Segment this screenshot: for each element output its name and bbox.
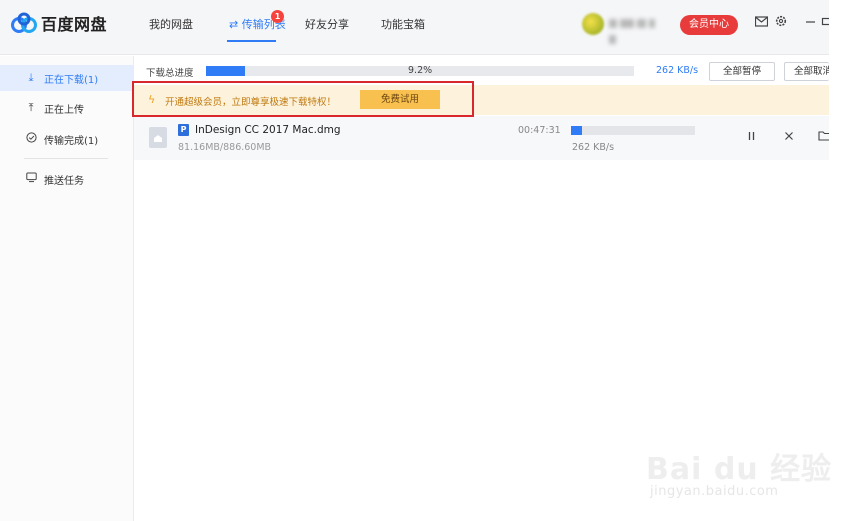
- download-icon: ⤓: [28, 71, 34, 84]
- sidebar-item-label: 推送任务: [44, 175, 84, 187]
- mail-icon[interactable]: [753, 15, 769, 31]
- sidebar-item-uploading[interactable]: ⤒ 正在上传: [0, 95, 133, 121]
- sidebar-item-label: 正在上传: [44, 104, 84, 116]
- check-circle-icon: [24, 132, 38, 146]
- overall-speed: 262 KB/s: [656, 65, 699, 76]
- window-edge: [829, 0, 845, 521]
- file-name: InDesign CC 2017 Mac.dmg: [195, 124, 341, 136]
- close-icon[interactable]: [782, 130, 796, 144]
- minimize-icon[interactable]: [802, 15, 818, 31]
- sidebar: ⤓ 正在下载(1) ⤒ 正在上传 传输完成(1) 推送任务: [0, 56, 134, 521]
- pause-icon[interactable]: [744, 130, 758, 144]
- monitor-icon: [24, 172, 38, 186]
- tab-feature-box[interactable]: 功能宝箱: [381, 16, 425, 32]
- upload-icon: ⤒: [28, 101, 34, 114]
- tab-friend-share[interactable]: 好友分享: [305, 16, 349, 32]
- vip-promo-banner: ϟ 开通超级会员，立即尊享极速下载特权！ 免费试用: [134, 85, 829, 115]
- cancel-all-button[interactable]: 全部取消: [784, 62, 829, 81]
- title-bar: 百度网盘 我的网盘 ⇄ 传输列表 1 好友分享 功能宝箱 会员中心: [0, 0, 829, 55]
- sidebar-item-label: 传输完成(1): [44, 135, 99, 147]
- overall-progress-fill: [206, 66, 246, 76]
- time-remaining: 00:47:31: [518, 125, 561, 136]
- file-size: 81.16MB/886.60MB: [178, 142, 272, 153]
- lightning-icon: ϟ: [148, 93, 156, 106]
- file-type-badge: P: [178, 124, 189, 136]
- tab-my-disk[interactable]: 我的网盘: [149, 16, 193, 32]
- file-progress-bar: [571, 126, 695, 135]
- free-trial-button[interactable]: 免费试用: [360, 90, 440, 109]
- overall-progress-percent: 9.2%: [408, 65, 433, 76]
- app-name: 百度网盘: [41, 15, 108, 34]
- file-progress-fill: [571, 126, 583, 135]
- sidebar-item-downloading[interactable]: ⤓ 正在下载(1): [0, 65, 133, 91]
- sidebar-item-completed[interactable]: 传输完成(1): [0, 126, 133, 152]
- active-tab-indicator: [227, 40, 276, 42]
- sidebar-item-push-tasks[interactable]: 推送任务: [0, 166, 133, 192]
- cloud-logo-icon: [11, 12, 37, 33]
- download-row[interactable]: P InDesign CC 2017 Mac.dmg 81.16MB/886.6…: [134, 116, 829, 160]
- sidebar-item-label: 正在下载(1): [44, 74, 99, 86]
- overall-progress-label: 下载总进度: [146, 68, 194, 79]
- pause-all-button[interactable]: 全部暂停: [709, 62, 775, 81]
- vip-center-button[interactable]: 会员中心: [680, 15, 738, 35]
- file-icon: [149, 127, 167, 148]
- promo-text: 开通超级会员，立即尊享极速下载特权！: [165, 97, 337, 108]
- download-panel: 下载总进度 9.2% 262 KB/s 全部暂停 全部取消 ϟ 开通超级会员，立…: [134, 56, 829, 521]
- transfer-count-badge: 1: [271, 10, 284, 23]
- file-speed: 262 KB/s: [572, 142, 615, 153]
- username[interactable]: [609, 15, 667, 44]
- app-logo[interactable]: 百度网盘: [10, 11, 107, 35]
- maximize-icon[interactable]: [821, 15, 829, 31]
- settings-icon[interactable]: [773, 15, 789, 31]
- folder-icon[interactable]: [818, 130, 829, 144]
- avatar[interactable]: [582, 13, 604, 35]
- sidebar-divider: [24, 158, 108, 159]
